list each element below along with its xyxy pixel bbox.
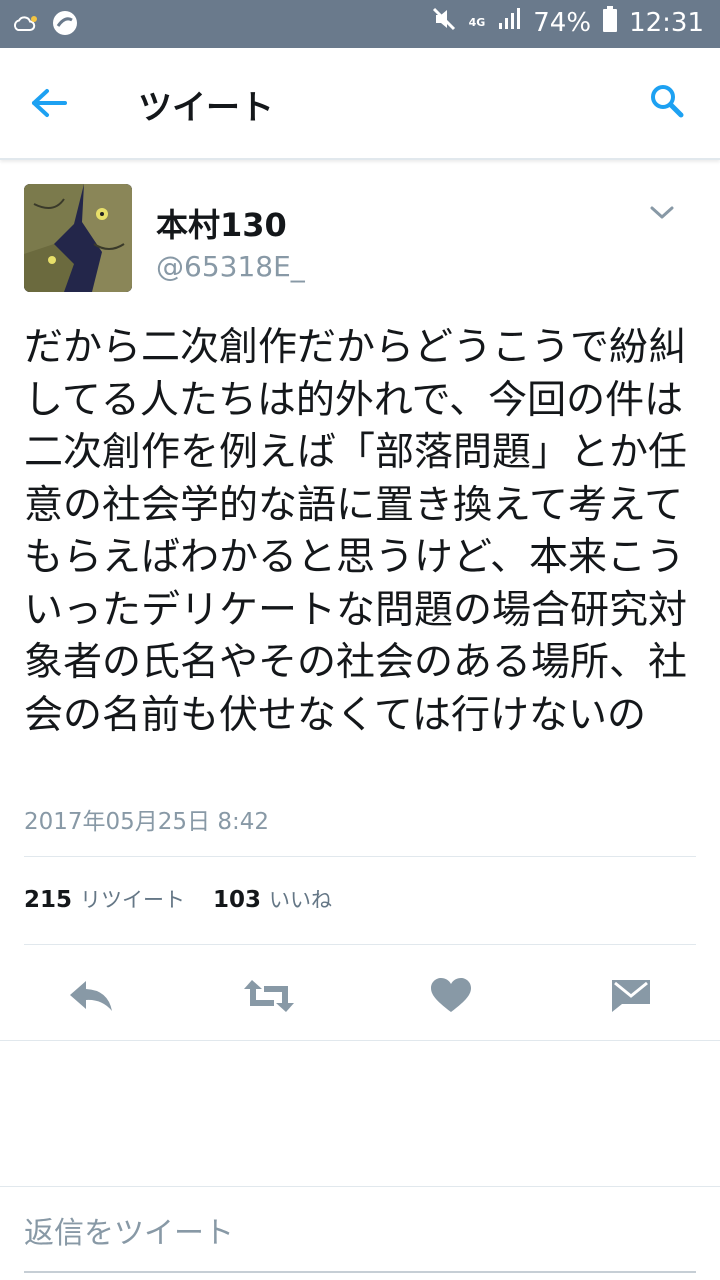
reply-composer (0, 1186, 720, 1280)
retweet-label[interactable]: リツイート (80, 884, 185, 914)
battery-icon (603, 6, 618, 39)
reply-button[interactable] (66, 976, 116, 1020)
reply-icon (68, 979, 114, 1017)
heart-icon (431, 978, 471, 1018)
like-label[interactable]: いいね (269, 884, 332, 914)
retweet-button[interactable] (244, 976, 294, 1020)
like-count[interactable]: 103 (213, 887, 261, 913)
display-name[interactable]: 本村130 (156, 200, 287, 246)
app-notification-icon (52, 10, 78, 40)
envelope-icon (610, 978, 652, 1018)
retweet-icon (242, 978, 296, 1018)
tweet-stats: 215 リツイート 103 いいね (24, 884, 360, 914)
divider (24, 944, 696, 945)
mute-icon (431, 6, 457, 39)
network-type: 4G (468, 16, 486, 29)
search-button[interactable] (644, 80, 690, 126)
search-icon (649, 83, 685, 123)
reply-input[interactable] (24, 1213, 696, 1253)
back-button[interactable] (26, 82, 72, 128)
page-title: ツイート (138, 88, 274, 128)
tweet-actions (0, 962, 720, 1040)
divider (0, 1040, 720, 1041)
more-options-button[interactable] (648, 202, 676, 224)
direct-message-button[interactable] (606, 976, 656, 1020)
weather-icon (12, 12, 42, 38)
tweet-text: だから二次創作だからどうこうで紛糾してる人たちは的外れで、今回の件は二次創作を例… (24, 325, 688, 738)
avatar[interactable] (24, 184, 132, 292)
divider (24, 856, 696, 857)
arrow-left-icon (31, 88, 67, 122)
timestamp: 2017年05月25日 8:42 (24, 809, 270, 835)
like-button[interactable] (426, 976, 476, 1020)
signal-icon (497, 7, 521, 38)
battery-level: 74% (533, 7, 592, 38)
chevron-down-icon (648, 206, 676, 228)
user-handle[interactable]: @65318E_ (156, 250, 305, 283)
clock: 12:31 (629, 7, 704, 38)
app-bar: ツイート (0, 48, 720, 160)
retweet-count[interactable]: 215 (24, 887, 72, 913)
reply-input-underline (24, 1271, 696, 1273)
status-bar: 4G 74% 12:31 (0, 0, 720, 48)
